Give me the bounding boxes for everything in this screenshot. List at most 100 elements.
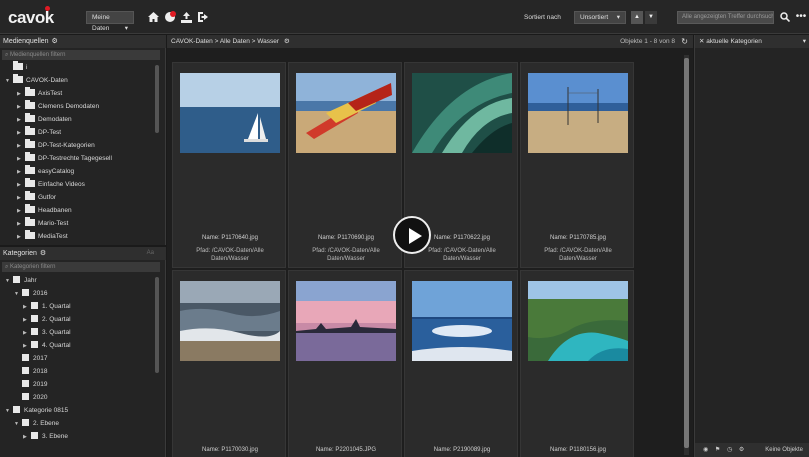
asset-tile[interactable]: Name: P1180156.jpg: [520, 270, 634, 457]
media-source-item[interactable]: ▶ easyCatalog: [17, 165, 74, 178]
view-select[interactable]: Meine Daten ▾: [86, 11, 134, 32]
eye-icon[interactable]: ◉: [703, 447, 708, 453]
asset-thumbnail[interactable]: [180, 281, 280, 361]
search-icon[interactable]: [778, 10, 792, 24]
category-item[interactable]: ▶ 2. Quartal: [23, 314, 71, 326]
collapsed-icon[interactable]: ▶: [17, 192, 25, 204]
category-icon: [31, 328, 38, 335]
category-item[interactable]: ▼ Jahr: [5, 275, 37, 287]
media-source-item[interactable]: ▶ Clemens Demodaten: [17, 100, 99, 113]
collapsed-icon[interactable]: ▶: [23, 327, 31, 339]
expanded-icon[interactable]: ▼: [5, 75, 13, 87]
asset-thumbnail[interactable]: [528, 281, 628, 361]
collapsed-icon[interactable]: ▶: [17, 166, 25, 178]
media-scrollbar[interactable]: [155, 65, 159, 133]
media-source-item[interactable]: ▶ AxisTest: [17, 87, 62, 100]
category-item[interactable]: ▶ 3. Ebene: [23, 431, 68, 443]
collapsed-icon[interactable]: ▶: [17, 205, 25, 217]
collapsed-icon[interactable]: ▶: [17, 179, 25, 191]
sort-ascending-button[interactable]: ▲: [631, 11, 643, 24]
collapsed-icon[interactable]: ▶: [17, 153, 25, 165]
play-button-icon[interactable]: [393, 216, 431, 254]
notification-icon[interactable]: [163, 10, 177, 24]
breadcrumb[interactable]: CAVOK-Daten > Alle Daten > Wasser: [171, 38, 279, 45]
upload-icon[interactable]: [179, 10, 193, 24]
media-source-label: DP-Test: [38, 129, 62, 136]
media-source-item[interactable]: ▶ Gutfor: [17, 191, 56, 204]
asset-thumbnail[interactable]: [412, 73, 512, 153]
media-source-item[interactable]: i: [5, 61, 27, 74]
expanded-icon[interactable]: ▼: [14, 418, 22, 430]
expanded-icon[interactable]: ▼: [5, 275, 13, 287]
asset-thumbnail[interactable]: [180, 73, 280, 153]
asset-tile[interactable]: Name: P2190089.jpg: [404, 270, 518, 457]
collapsed-icon[interactable]: ▶: [17, 114, 25, 126]
media-source-item[interactable]: ▶ DP-Test-Kategorien: [17, 139, 95, 152]
collapsed-icon[interactable]: ▶: [17, 231, 25, 243]
category-scrollbar[interactable]: [155, 277, 159, 373]
collapsed-icon[interactable]: ▶: [17, 127, 25, 139]
asset-thumbnail[interactable]: [296, 73, 396, 153]
gear-icon[interactable]: ⚙: [739, 447, 744, 453]
asset-tile[interactable]: Name: P1170690.jpg Pfad: /CAVOK-Daten/All…: [288, 62, 402, 268]
media-filter-input[interactable]: ⌕ Medienquellen filtern: [2, 50, 160, 60]
media-source-item[interactable]: ▶ Mario-Test: [17, 217, 69, 230]
category-item[interactable]: ▶ 4. Quartal: [23, 340, 71, 352]
media-source-item[interactable]: ▶ DP-Test: [17, 126, 62, 139]
category-item[interactable]: 2017: [14, 353, 47, 365]
home-icon[interactable]: [146, 10, 160, 24]
gear-icon[interactable]: ⚙: [40, 250, 46, 257]
case-toggle[interactable]: Aa: [147, 247, 154, 260]
category-item[interactable]: ▼ 2016: [14, 288, 47, 300]
chevron-down-icon[interactable]: ▾: [803, 35, 806, 48]
asset-thumbnail[interactable]: [528, 73, 628, 153]
media-source-item[interactable]: ▼ CAVOK-Daten: [5, 74, 68, 87]
asset-tile[interactable]: Name: P1170030.jpg: [172, 270, 286, 457]
asset-filename: P1170030.jpg: [221, 447, 258, 453]
main-scrollbar[interactable]: [684, 58, 689, 448]
category-item[interactable]: 2018: [14, 366, 47, 378]
category-label: Jahr: [24, 277, 37, 284]
collapsed-icon[interactable]: ▶: [23, 431, 31, 443]
asset-thumbnail[interactable]: [296, 281, 396, 361]
logout-icon[interactable]: [196, 10, 210, 24]
collapsed-icon[interactable]: ▶: [17, 101, 25, 113]
clock-icon[interactable]: ◷: [727, 447, 732, 453]
category-item[interactable]: ▼ 2. Ebene: [14, 418, 59, 430]
sort-select[interactable]: Unsortiert ▾: [574, 11, 626, 24]
media-source-label: Mario-Test: [38, 220, 69, 227]
collapsed-icon[interactable]: ▶: [23, 301, 31, 313]
more-icon[interactable]: •••: [794, 10, 808, 24]
category-icon: [22, 289, 29, 296]
collapsed-icon[interactable]: ▶: [23, 314, 31, 326]
category-item[interactable]: ▶ 1. Quartal: [23, 301, 71, 313]
tag-icon[interactable]: ⚑: [715, 447, 720, 453]
asset-tile[interactable]: Name: P1170785.jpg Pfad: /CAVOK-Daten/All…: [520, 62, 634, 268]
media-source-item[interactable]: ▶ MediaTest: [17, 230, 68, 243]
expanded-icon[interactable]: ▼: [14, 288, 22, 300]
refresh-icon[interactable]: ↻: [681, 35, 688, 48]
category-item[interactable]: ▶ 3. Quartal: [23, 327, 71, 339]
asset-tile[interactable]: Name: P1170640.jpg Pfad: /CAVOK-Daten/All…: [172, 62, 286, 268]
asset-filename: P1170785.jpg: [569, 235, 606, 241]
media-source-item[interactable]: ▶ DP-Testrechte Tagegesell: [17, 152, 112, 165]
asset-tile[interactable]: Name: P2201045.JPG: [288, 270, 402, 457]
collapsed-icon[interactable]: ▶: [17, 88, 25, 100]
gear-icon[interactable]: ⚙: [284, 38, 290, 45]
collapsed-icon[interactable]: ▶: [23, 340, 31, 352]
category-filter-input[interactable]: ⌕ Kategorien filtern: [2, 262, 160, 272]
collapsed-icon[interactable]: ▶: [17, 140, 25, 152]
media-source-item[interactable]: ▶ Headbanen: [17, 204, 72, 217]
asset-thumbnail[interactable]: [412, 281, 512, 361]
sort-descending-button[interactable]: ▼: [645, 11, 657, 24]
expanded-icon[interactable]: ▼: [5, 405, 13, 417]
search-input[interactable]: Alle angezeigten Treffer durchsuchen: [677, 11, 774, 24]
collapsed-icon[interactable]: ▶: [17, 218, 25, 230]
media-source-item[interactable]: ▶ Demodaten: [17, 113, 72, 126]
media-source-item[interactable]: ▶ Einfache Videos: [17, 178, 85, 191]
gear-icon[interactable]: ⚙: [52, 38, 58, 45]
category-item[interactable]: 2019: [14, 379, 47, 391]
category-item[interactable]: 2020: [14, 392, 47, 404]
category-item[interactable]: ▼ Kategorie 0815: [5, 405, 68, 417]
close-icon[interactable]: ✕: [699, 38, 704, 45]
